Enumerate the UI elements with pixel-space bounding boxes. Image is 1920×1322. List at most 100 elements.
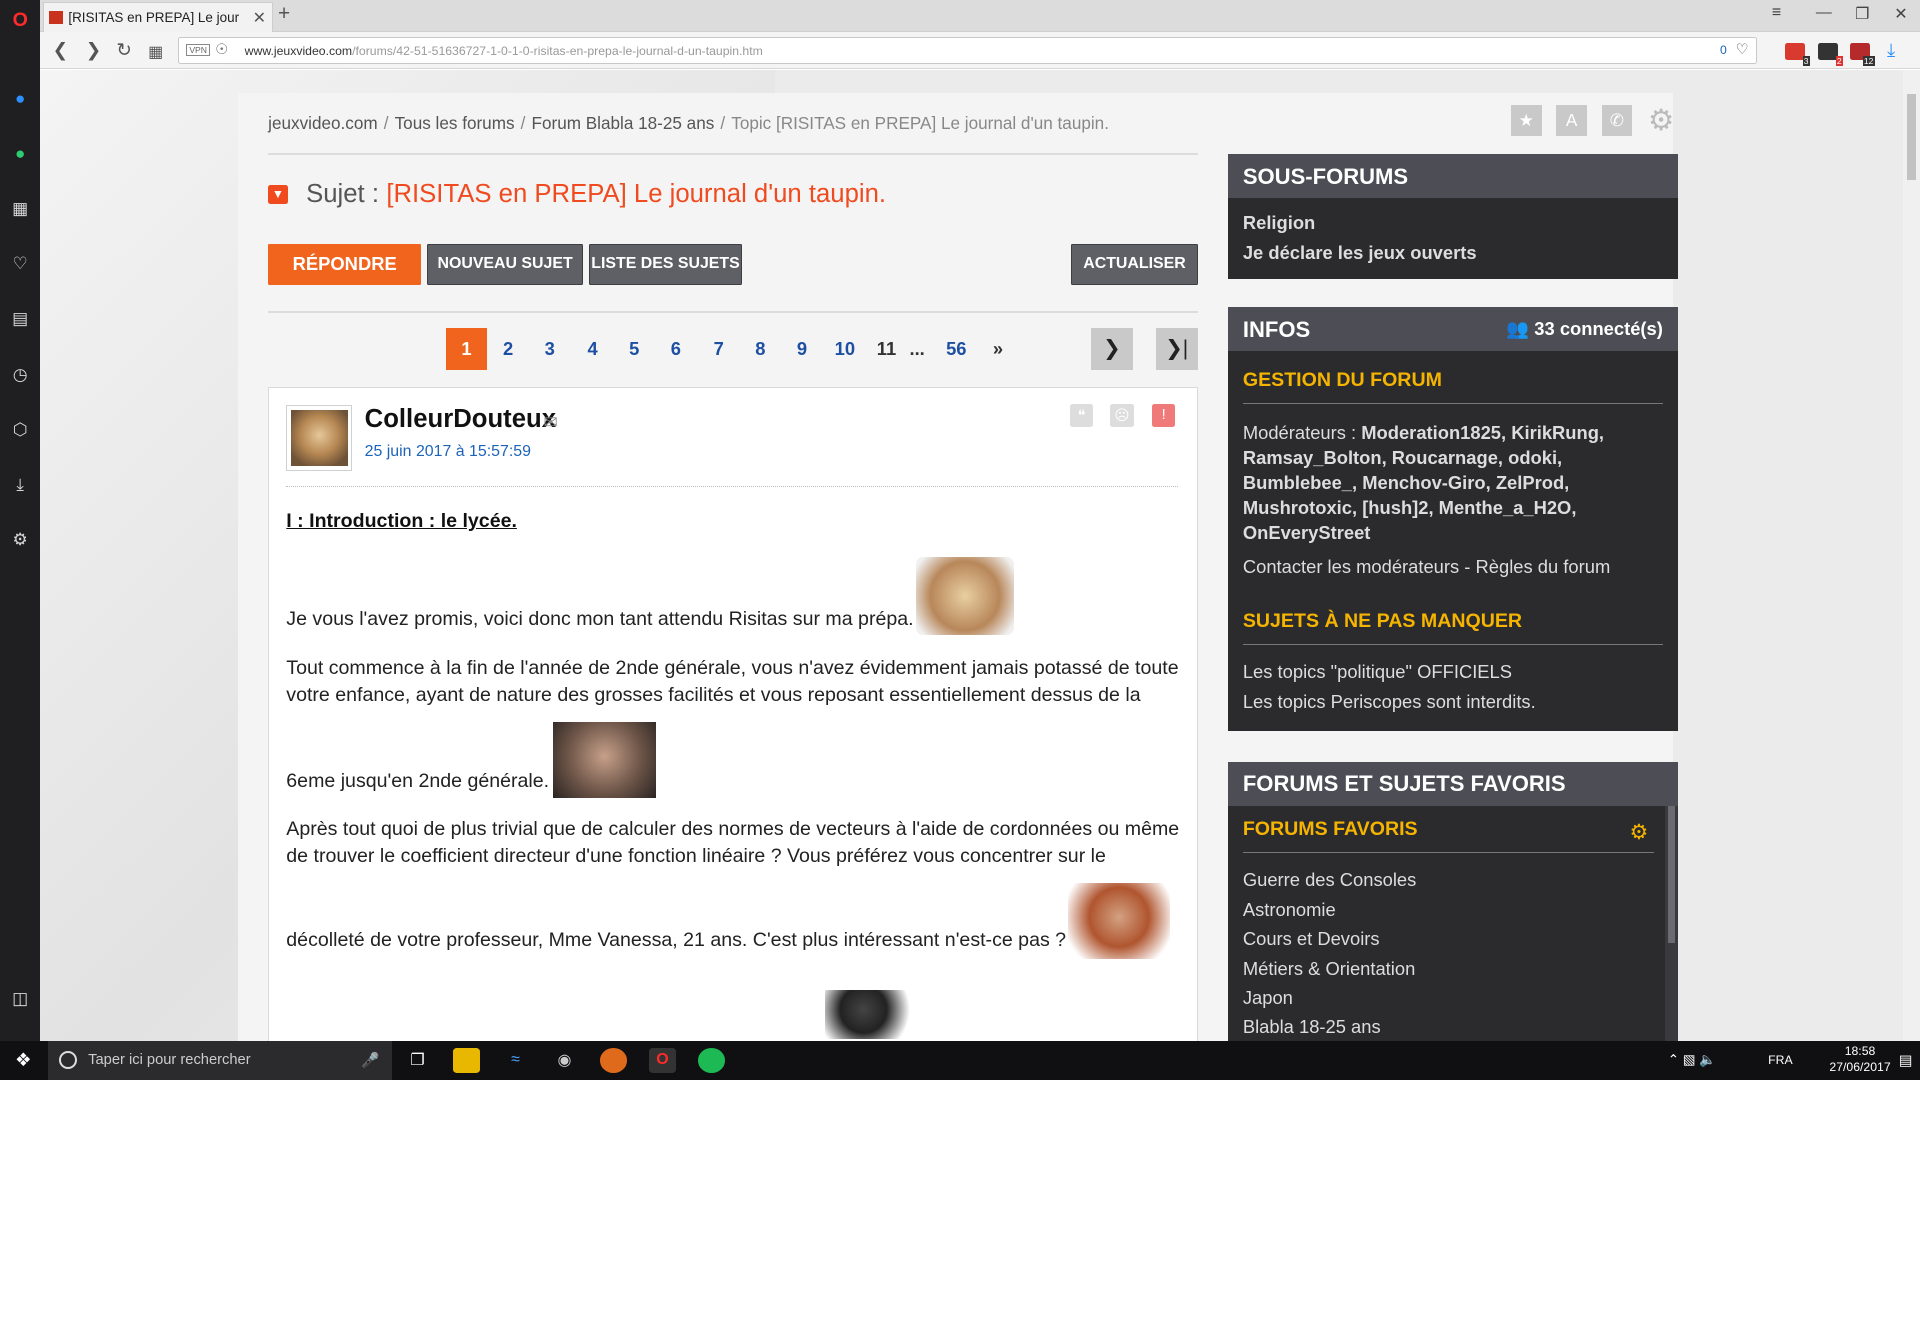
sous-forum-jeux-ouverts[interactable]: Je déclare les jeux ouverts [1243, 242, 1477, 264]
report-icon[interactable]: ! [1152, 403, 1176, 428]
close-tab-icon[interactable]: ✕ [253, 8, 266, 28]
moderators-list: Modérateurs : Moderation1825, KirikRung,… [1242, 421, 1605, 544]
sous-forum-religion[interactable]: Religion [1243, 212, 1315, 234]
quote-icon[interactable]: ❝ [1069, 403, 1094, 428]
downloads-icon[interactable]: ⤓ [7, 471, 33, 497]
restore-icon[interactable]: ❐ [1855, 4, 1869, 24]
extensions-cube-icon[interactable]: ⬡ [7, 416, 33, 442]
download-icon[interactable]: ⤓ [1887, 39, 1895, 61]
text-size-icon[interactable]: A [1556, 105, 1587, 136]
tab-menu-icon[interactable]: ≡ [1772, 4, 1781, 22]
page-1[interactable]: 1 [445, 328, 488, 370]
settings-gear-icon[interactable]: ⚙ [7, 527, 33, 553]
favoris-scrollbar[interactable] [1665, 805, 1678, 1041]
new-topic-button[interactable]: NOUVEAU SUJET [427, 243, 583, 286]
reply-button[interactable]: RÉPONDRE [268, 243, 422, 286]
back-icon[interactable]: ❮ [53, 39, 68, 61]
next-page-icon[interactable]: ❯ [1091, 328, 1133, 370]
tab-grid-icon[interactable]: ▦ [148, 42, 163, 62]
fav-forum-1[interactable]: Guerre des Consoles [1228, 869, 1416, 891]
page-56[interactable]: 56 [936, 328, 978, 370]
adblock-count[interactable]: 0 [1720, 43, 1727, 57]
firefox-icon[interactable] [600, 1048, 627, 1073]
fav-forum-3[interactable]: Cours et Devoirs [1228, 928, 1380, 950]
cougar-avatar-image [290, 409, 348, 467]
extension-3-icon[interactable]: 12 [1850, 42, 1875, 67]
page-5[interactable]: 5 [613, 328, 655, 370]
phone-icon[interactable]: ✆ [1601, 105, 1633, 136]
refresh-button[interactable]: ACTUALISER [1071, 243, 1198, 286]
messenger-icon[interactable]: ● [7, 86, 33, 112]
page-3[interactable]: 3 [529, 328, 571, 370]
breadcrumb-forum[interactable]: Forum Blabla 18-25 ans [532, 113, 715, 133]
clock[interactable]: 18:58 27/06/2017 [1829, 1044, 1890, 1076]
taskbar-search[interactable]: Taper ici pour rechercher 🎤 [47, 1040, 392, 1080]
fav-forum-2[interactable]: Astronomie [1228, 899, 1336, 921]
heart-icon[interactable]: ♡ [7, 251, 33, 277]
page-next-arrow[interactable]: » [977, 328, 1019, 370]
sad-face-icon[interactable]: ☹ [1110, 403, 1134, 428]
avatar[interactable] [286, 405, 353, 472]
mail-icon[interactable]: ✉ [543, 412, 557, 433]
page-7[interactable]: 7 [698, 328, 740, 370]
news-icon[interactable]: ▤ [7, 306, 33, 332]
file-explorer-icon[interactable] [453, 1048, 480, 1073]
page-9[interactable]: 9 [781, 328, 823, 370]
microphone-icon[interactable]: 🎤 [361, 1051, 379, 1069]
speed-dial-icon[interactable]: ▦ [7, 196, 33, 222]
fav-forum-5[interactable]: Japon [1228, 987, 1293, 1009]
language-indicator[interactable]: FRA [1768, 1053, 1792, 1067]
extension-1-icon[interactable]: 3 [1785, 42, 1810, 67]
minimize-icon[interactable]: — [1816, 4, 1832, 22]
rules-link[interactable]: Règles du forum [1476, 556, 1611, 577]
favoris-settings-gear-icon[interactable]: ⚙ [1630, 820, 1649, 845]
new-tab-icon[interactable]: + [278, 2, 290, 26]
settings-gear-icon[interactable]: ⚙ [1646, 104, 1677, 137]
extension-2-icon[interactable]: 2 [1818, 42, 1843, 67]
bookmark-heart-icon[interactable]: ♡ [1736, 41, 1749, 58]
url-field[interactable]: VPN ☉ www.jeuxvideo.com/forums/42-51-516… [177, 36, 1758, 64]
tray-icons[interactable]: ⌃ ▧ 🔈 [1668, 1052, 1716, 1068]
breadcrumb-all-forums[interactable]: Tous les forums [395, 113, 515, 133]
last-page-icon[interactable]: ❯| [1155, 328, 1198, 370]
post-date[interactable]: 25 juin 2017 à 15:57:59 [365, 443, 531, 461]
page-2[interactable]: 2 [487, 328, 529, 370]
tab-title: [RISITAS en PREPA] Le jour [68, 9, 240, 25]
topic-list-button[interactable]: LISTE DES SUJETS [588, 243, 743, 286]
favoris-box: FORUMS ET SUJETS FAVORIS FORUMS FAVORIS … [1228, 761, 1678, 1041]
vertical-scrollbar[interactable] [1902, 69, 1920, 1041]
history-icon[interactable]: ◷ [7, 361, 33, 387]
cortana-icon[interactable] [58, 1050, 78, 1069]
active-tab[interactable]: [RISITAS en PREPA] Le jour ✕ [42, 2, 274, 32]
notifications-icon[interactable]: ▤ [1899, 1052, 1913, 1069]
vpn-badge[interactable]: VPN [185, 43, 211, 56]
url-path: /forums/42-51-51636727-1-0-1-0-risitas-e… [352, 43, 763, 58]
page-6[interactable]: 6 [655, 328, 697, 370]
whatsapp-icon[interactable]: ● [7, 141, 33, 167]
topic-options-icon[interactable]: ▼ [268, 184, 288, 205]
page-11[interactable]: 11 [866, 328, 908, 370]
star-icon[interactable]: ★ [1511, 105, 1542, 136]
must-read-1[interactable]: Les topics "politique" OFFICIELS [1228, 661, 1512, 683]
steam-icon[interactable]: ◉ [551, 1048, 578, 1072]
page-8[interactable]: 8 [740, 328, 782, 370]
opera-logo-icon[interactable]: O [7, 7, 33, 33]
fav-forum-4[interactable]: Métiers & Orientation [1228, 958, 1415, 980]
must-read-2[interactable]: Les topics Periscopes sont interdits. [1228, 691, 1536, 713]
fav-forum-6[interactable]: Blabla 18-25 ans [1228, 1016, 1381, 1038]
breadcrumb-home[interactable]: jeuxvideo.com [268, 113, 377, 133]
forward-icon[interactable]: ❯ [86, 39, 101, 61]
task-view-icon[interactable]: ❐ [404, 1048, 431, 1072]
spotify-icon[interactable] [697, 1048, 725, 1073]
post-author[interactable]: ColleurDouteux [365, 405, 556, 434]
close-window-icon[interactable]: ✕ [1894, 4, 1907, 24]
page-4[interactable]: 4 [572, 328, 614, 370]
reload-icon[interactable]: ↻ [116, 39, 131, 61]
contact-mods-link[interactable]: Contacter les modérateurs [1243, 556, 1459, 577]
opera-taskbar-icon[interactable]: O [648, 1048, 676, 1073]
sidebar-toggle-icon[interactable]: ◫ [7, 986, 33, 1012]
page-10[interactable]: 10 [824, 328, 866, 370]
windows-start-icon[interactable]: ❖ [10, 1048, 37, 1072]
breadcrumb-current: Topic [RISITAS en PREPA] Le journal d'un… [731, 112, 1109, 133]
dolphin-app-icon[interactable]: ≈ [502, 1048, 529, 1072]
